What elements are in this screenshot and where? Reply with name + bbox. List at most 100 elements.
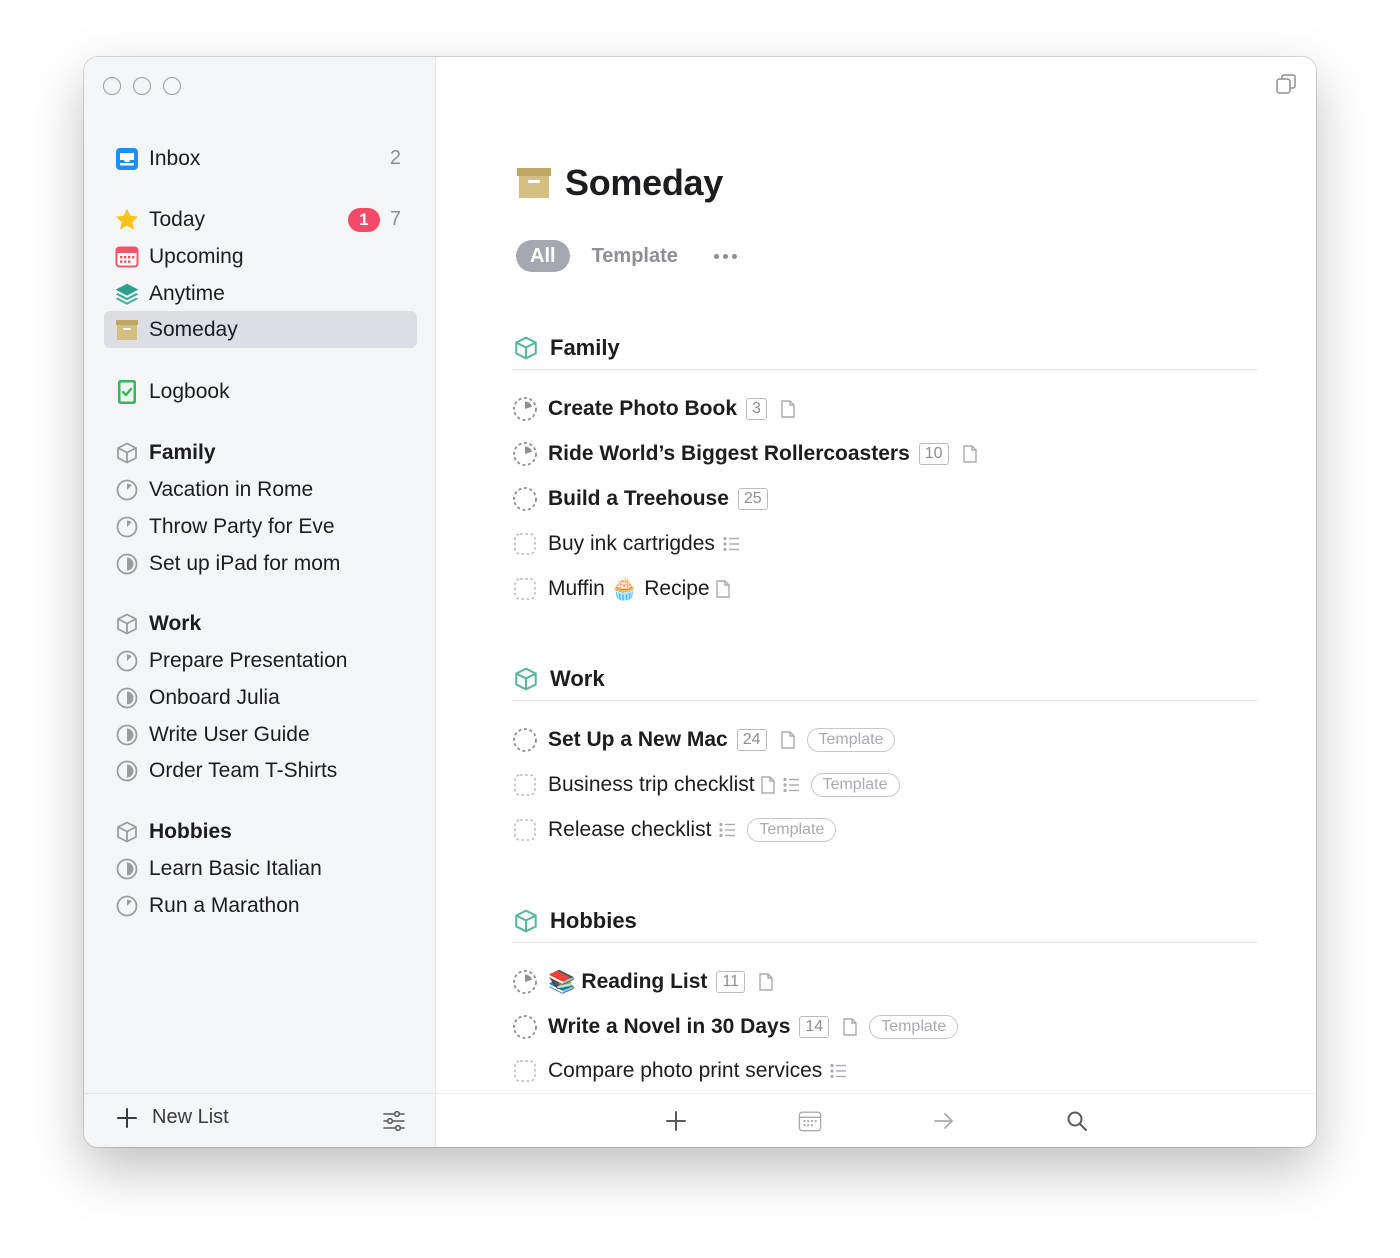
list-item[interactable]: Release checklist Template <box>512 813 837 847</box>
project-progress-icon[interactable] <box>512 969 538 995</box>
sidebar-project-prepare-presentation[interactable]: Prepare Presentation <box>104 642 417 679</box>
sidebar-item-label: Logbook <box>149 379 230 403</box>
sidebar-project-onboard-julia[interactable]: Onboard Julia <box>104 679 417 716</box>
sidebar-item-inbox[interactable]: Inbox 2 <box>104 140 417 177</box>
sidebar-project-set-up-ipad-for-mom[interactable]: Set up iPad for mom <box>104 545 417 582</box>
progress-pie-icon <box>114 648 140 674</box>
progress-pie-icon <box>114 685 140 711</box>
tab-all[interactable]: All <box>516 240 570 272</box>
section-header-family[interactable]: Family <box>512 326 1258 370</box>
sidebar-item-label: Set up iPad for mom <box>149 551 341 575</box>
sidebar-item-label: Upcoming <box>149 244 244 268</box>
template-tag: Template <box>869 1015 959 1039</box>
template-tag: Template <box>810 773 900 797</box>
item-count-badge: 14 <box>799 1016 830 1038</box>
sidebar-project-throw-party-for-eve[interactable]: Throw Party for Eve <box>104 508 417 545</box>
sidebar-project-order-team-t-shirts[interactable]: Order Team T-Shirts <box>104 752 417 789</box>
item-title: Set Up a New Mac <box>548 728 728 751</box>
filter-sliders-icon[interactable] <box>382 1109 406 1133</box>
checkbox-icon[interactable] <box>512 817 538 843</box>
layers-icon <box>114 281 140 307</box>
sidebar-project-vacation-in-rome[interactable]: Vacation in Rome <box>104 471 417 508</box>
item-title: Reading List <box>581 970 708 993</box>
sidebar-footer: New List <box>84 1093 436 1147</box>
template-tag: Template <box>806 728 896 752</box>
section-title: Hobbies <box>550 907 637 933</box>
cube-icon <box>515 909 537 932</box>
checklist-icon <box>719 822 736 838</box>
sidebar-item-logbook[interactable]: Logbook <box>104 373 417 410</box>
sidebar-item-anytime[interactable]: Anytime <box>104 275 417 312</box>
progress-pie-icon <box>114 758 140 784</box>
window-controls <box>103 77 181 95</box>
progress-pie-icon <box>114 551 140 577</box>
sidebar-area-family[interactable]: Family <box>104 434 417 471</box>
item-title-end: Recipe <box>644 577 710 600</box>
close-window-button[interactable] <box>103 77 121 95</box>
list-item[interactable]: 📚 Reading List 11 <box>512 965 773 999</box>
checkbox-icon[interactable] <box>512 531 538 557</box>
item-count-badge: 11 <box>716 971 746 993</box>
section-header-work[interactable]: Work <box>512 657 1258 701</box>
progress-pie-icon <box>114 722 140 748</box>
calendar-icon <box>114 244 140 270</box>
sidebar-project-write-user-guide[interactable]: Write User Guide <box>104 716 417 753</box>
when-button[interactable] <box>798 1109 822 1133</box>
list-item[interactable]: Buy ink cartrigdes <box>512 527 739 561</box>
project-progress-icon[interactable] <box>512 727 538 753</box>
item-title: Compare photo print services <box>548 1059 823 1082</box>
bottom-toolbar <box>436 1093 1316 1147</box>
sidebar-item-upcoming[interactable]: Upcoming <box>104 238 417 275</box>
sidebar-area-hobbies[interactable]: Hobbies <box>104 813 417 850</box>
today-count: 7 <box>389 208 401 230</box>
sidebar-item-label: Family <box>149 440 216 464</box>
project-progress-icon[interactable] <box>512 441 538 467</box>
sidebar-item-label: Throw Party for Eve <box>149 514 335 538</box>
item-title: Business trip checklist <box>548 773 755 796</box>
list-item[interactable]: Muffin 🧁 Recipe <box>512 572 730 606</box>
page-title: Someday <box>565 162 723 203</box>
progress-pie-icon <box>114 477 140 503</box>
sidebar-item-label: Work <box>149 611 202 635</box>
tab-template[interactable]: Template <box>592 245 678 268</box>
sidebar-item-today[interactable]: Today 1 7 <box>104 201 417 238</box>
new-list-button[interactable]: New List <box>116 1106 229 1129</box>
list-item[interactable]: Build a Treehouse 25 <box>512 482 768 516</box>
section-title: Work <box>550 665 605 691</box>
list-item[interactable]: Set Up a New Mac 24 Template <box>512 723 896 757</box>
list-item[interactable]: Write a Novel in 30 Days 14 Template <box>512 1010 959 1044</box>
section-header-hobbies[interactable]: Hobbies <box>512 899 1258 943</box>
progress-pie-icon <box>114 856 140 882</box>
sidebar-item-someday[interactable]: Someday <box>104 311 417 348</box>
checkbox-icon[interactable] <box>512 1058 538 1084</box>
item-count-badge: 3 <box>746 398 767 420</box>
duplicate-window-icon[interactable] <box>1275 73 1297 95</box>
zoom-window-button[interactable] <box>163 77 181 95</box>
list-item[interactable]: Create Photo Book 3 <box>512 392 795 426</box>
sidebar-item-label: Run a Marathon <box>149 893 300 917</box>
list-item[interactable]: Compare photo print services <box>512 1054 847 1088</box>
logbook-check-icon <box>114 379 140 405</box>
project-progress-icon[interactable] <box>512 1014 538 1040</box>
sidebar-project-run-a-marathon[interactable]: Run a Marathon <box>104 887 417 924</box>
minimize-window-button[interactable] <box>133 77 151 95</box>
checklist-icon <box>830 1063 847 1079</box>
checkbox-icon[interactable] <box>512 772 538 798</box>
progress-pie-icon <box>114 893 140 919</box>
project-progress-icon[interactable] <box>512 396 538 422</box>
project-progress-icon[interactable] <box>512 486 538 512</box>
move-button[interactable] <box>932 1109 956 1133</box>
list-item[interactable]: Ride World’s Biggest Rollercoasters 10 <box>512 437 977 471</box>
sidebar-area-work[interactable]: Work <box>104 605 417 642</box>
quick-find-button[interactable] <box>1065 1109 1089 1133</box>
sidebar-item-label: Vacation in Rome <box>149 477 314 501</box>
new-todo-button[interactable] <box>664 1109 688 1133</box>
item-title: Create Photo Book <box>548 397 738 420</box>
list-item[interactable]: Business trip checklist Template <box>512 768 900 802</box>
item-count-badge: 25 <box>737 488 768 510</box>
more-tags-button[interactable] <box>713 253 737 259</box>
sidebar-project-learn-basic-italian[interactable]: Learn Basic Italian <box>104 850 417 887</box>
filter-tabs: All Template <box>516 240 737 272</box>
checkbox-icon[interactable] <box>512 576 538 602</box>
template-tag: Template <box>747 818 837 842</box>
